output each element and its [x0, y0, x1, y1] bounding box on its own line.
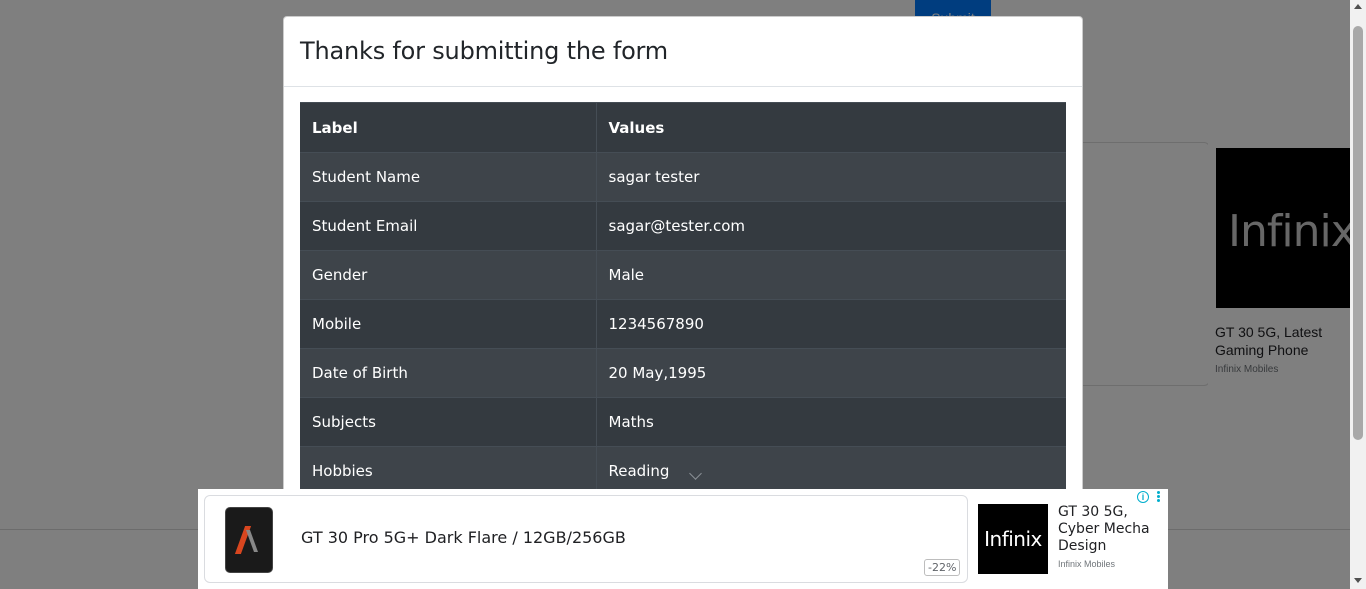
phone-product-image[interactable] [225, 507, 273, 573]
table-row: Mobile 1234567890 [300, 299, 1066, 349]
table-row: Student Name sagar tester [300, 152, 1066, 202]
row-value: Maths [596, 397, 1066, 447]
row-value: 1234567890 [596, 299, 1066, 349]
column-header-label: Label [300, 102, 597, 153]
table-row: Gender Male [300, 250, 1066, 300]
column-header-values: Values [596, 102, 1066, 153]
table-row: Student Email sagar@tester.com [300, 201, 1066, 251]
row-label: Mobile [300, 299, 597, 349]
ad-side-source: Infinix Mobiles [1058, 559, 1116, 569]
row-label: Gender [300, 250, 597, 300]
ad-brand-logo[interactable]: Infinix [978, 504, 1048, 574]
row-label: Subjects [300, 397, 597, 447]
row-label: Date of Birth [300, 348, 597, 398]
page-scrollbar[interactable] [1350, 0, 1366, 589]
modal-title: Thanks for submitting the form [300, 37, 668, 65]
row-value: sagar tester [596, 152, 1066, 202]
scrollbar-thumb[interactable] [1353, 26, 1363, 440]
ad-side-title[interactable]: GT 30 5G, Cyber Mecha Design [1058, 504, 1166, 555]
row-value-text: Reading [608, 462, 670, 481]
row-value: Male [596, 250, 1066, 300]
ad-banner[interactable]: GT 30 Pro 5G+ Dark Flare / 12GB/256GB -2… [198, 489, 1168, 589]
modal-body: Label Values Student Name sagar tester S… [284, 87, 1082, 496]
scroll-up-arrow-icon[interactable] [1354, 4, 1362, 9]
info-icon[interactable]: i [1137, 491, 1149, 503]
row-value: 20 May,1995 [596, 348, 1066, 398]
table-row: Date of Birth 20 May,1995 [300, 348, 1066, 398]
row-value: sagar@tester.com [596, 201, 1066, 251]
row-label: Student Name [300, 152, 597, 202]
chevron-down-icon[interactable] [689, 467, 703, 481]
table-row: Subjects Maths [300, 397, 1066, 447]
modal-header: Thanks for submitting the form [284, 17, 1082, 87]
ad-product-card[interactable]: GT 30 Pro 5G+ Dark Flare / 12GB/256GB -2… [204, 495, 968, 583]
scroll-down-arrow-icon[interactable] [1354, 578, 1362, 583]
row-label: Student Email [300, 201, 597, 251]
submission-table: Label Values Student Name sagar tester S… [300, 102, 1066, 496]
ad-product-title[interactable]: GT 30 Pro 5G+ Dark Flare / 12GB/256GB [301, 528, 626, 547]
table-header-row: Label Values [300, 102, 1066, 153]
discount-badge: -22% [924, 559, 961, 576]
more-vertical-icon[interactable] [1155, 491, 1161, 505]
